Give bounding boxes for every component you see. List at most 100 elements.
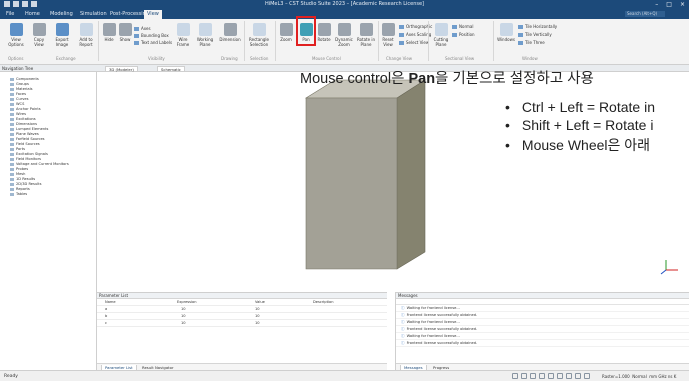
wire-frame-button[interactable]: Wire Frame <box>173 23 193 47</box>
view-icon[interactable] <box>575 373 581 379</box>
rectangle-selection-button[interactable]: Rectangle Selection <box>248 23 270 47</box>
dynamic-zoom-icon <box>337 23 351 36</box>
cutting-plane-icon[interactable] <box>557 373 563 379</box>
dynamic-zoom-button[interactable]: Dynamic Zoom <box>334 23 354 47</box>
axes-scaling-toggle[interactable]: Axes Scaling <box>399 32 431 37</box>
add-to-report-button[interactable]: Add to Report <box>76 23 96 47</box>
status-info: Raster=1.000 Normal mm GHz ns K <box>602 374 677 379</box>
hide-button[interactable]: Hide <box>102 23 116 42</box>
window-controls: – □ × <box>655 1 685 8</box>
group-drawing: Drawing <box>221 56 238 61</box>
tab-view[interactable]: View <box>144 10 162 19</box>
search-input[interactable]: Search (Alt+Q) <box>625 11 665 17</box>
normal-dropdown[interactable]: Normal <box>452 24 473 29</box>
tab-file[interactable]: File <box>6 11 14 17</box>
tree-item[interactable]: Probes <box>10 167 28 171</box>
tree-item[interactable]: Faces <box>10 92 26 96</box>
tree-item[interactable]: WCS <box>10 102 24 106</box>
messages-panel-tabs: Messages Progress <box>396 363 689 371</box>
select-view-dropdown[interactable]: Select View <box>399 40 429 45</box>
tree-item[interactable]: Lumped Elements <box>10 127 48 131</box>
maximize-icon[interactable]: □ <box>666 1 672 8</box>
tree-item[interactable]: Wires <box>10 112 26 116</box>
tile-horizontally-button[interactable]: Tile Horizontally <box>518 24 557 29</box>
axes-toggle[interactable]: Axes <box>134 26 151 31</box>
tree-item[interactable]: Components <box>10 77 39 81</box>
hide-icon <box>102 23 116 36</box>
parameter-table: Name Expression Value Description a 10 1… <box>97 299 387 327</box>
tree-item[interactable]: Groups <box>10 82 29 86</box>
group-visibility: Visibility <box>148 56 165 61</box>
tab-simulation[interactable]: Simulation <box>80 11 107 17</box>
table-row[interactable]: b 10 10 <box>97 313 387 320</box>
parameter-list-panel: Parameter List Name Expression Value Des… <box>97 292 387 371</box>
table-row[interactable]: c 10 10 <box>97 320 387 327</box>
bounding-box-toggle[interactable]: Bounding Box <box>134 33 169 38</box>
working-plane-button[interactable]: Working Plane <box>195 23 215 47</box>
reset-view-icon <box>381 23 395 36</box>
add-to-report-icon <box>79 23 93 36</box>
zoom-button[interactable]: Zoom <box>278 23 294 42</box>
tree-item[interactable]: Excitation Signals <box>10 152 48 156</box>
tree-item[interactable]: Farfield Sources <box>10 137 45 141</box>
tree-item[interactable]: Dimensions <box>10 122 37 126</box>
working-plane-icon <box>198 23 212 36</box>
rotate-in-plane-button[interactable]: Rotate in Plane <box>356 23 376 47</box>
text-labels-icon <box>134 41 139 45</box>
tree-item[interactable]: Reports <box>10 187 30 191</box>
pan-highlight-box <box>296 16 316 46</box>
grid-icon[interactable] <box>566 373 572 379</box>
cutting-plane-button[interactable]: Cutting Plane <box>431 23 451 47</box>
tree-item[interactable]: Voltage and Current Monitors <box>10 162 69 166</box>
status-text: Ready <box>4 374 18 379</box>
reset-view-button[interactable]: Reset View <box>380 23 396 47</box>
title-bar: HiMeL3 – CST Studio Suite 2023 – [Academ… <box>0 0 689 9</box>
tree-item[interactable]: Ports <box>10 147 25 151</box>
annotation-bullets: Ctrl + Left = Rotate in Shift + Left = R… <box>505 99 655 157</box>
select-icon[interactable] <box>512 373 518 379</box>
table-row[interactable]: a 10 10 <box>97 306 387 313</box>
tile-three-button[interactable]: Tile Three <box>518 40 545 45</box>
tree-item[interactable]: Curves <box>10 97 28 101</box>
view-options-button[interactable]: View Options <box>6 23 26 47</box>
navigation-tree[interactable]: Components Groups Materials Faces Curves… <box>0 72 97 370</box>
separator <box>244 21 245 61</box>
windows-button[interactable]: Windows <box>496 23 516 42</box>
settings-icon[interactable] <box>584 373 590 379</box>
dimension-button[interactable]: Dimension <box>219 23 241 42</box>
zoom-icon[interactable] <box>521 373 527 379</box>
tree-item[interactable]: Tables <box>10 192 27 196</box>
tab-modeling[interactable]: Modeling <box>50 11 73 17</box>
tile-vertically-icon <box>518 33 523 37</box>
group-mouse-control: Mouse Control <box>312 56 341 61</box>
show-button[interactable]: Show <box>118 23 132 42</box>
pan-icon[interactable] <box>539 373 545 379</box>
tile-vertically-button[interactable]: Tile Vertically <box>518 32 552 37</box>
tree-item[interactable]: 2D/3D Results <box>10 182 41 186</box>
windows-icon <box>499 23 513 36</box>
bullet-item: Shift + Left = Rotate i <box>505 117 655 133</box>
close-icon[interactable]: × <box>680 1 685 8</box>
tree-item[interactable]: Field Monitors <box>10 157 41 161</box>
position-slider[interactable]: Position <box>452 32 475 37</box>
rotate-button[interactable]: Rotate <box>316 23 332 42</box>
minimize-icon[interactable]: – <box>655 1 658 8</box>
separator <box>98 21 99 61</box>
export-image-button[interactable]: Export Image <box>52 23 72 47</box>
rotate-icon[interactable] <box>530 373 536 379</box>
tree-item[interactable]: Mesh <box>10 172 25 176</box>
copy-view-button[interactable]: Copy View <box>30 23 48 47</box>
text-labels-toggle[interactable]: Text and Labels <box>134 40 172 45</box>
ribbon: View Options Copy View Export Image Add … <box>0 19 689 65</box>
tree-item[interactable]: Excitations <box>10 117 36 121</box>
tree-item[interactable]: Plane Waves <box>10 132 39 136</box>
tree-item[interactable]: Field Sources <box>10 142 40 146</box>
fit-view-icon[interactable] <box>548 373 554 379</box>
rectangle-selection-icon <box>252 23 266 36</box>
tree-item[interactable]: Anchor Points <box>10 107 41 111</box>
tree-item[interactable]: Materials <box>10 87 32 91</box>
bullet-item: Ctrl + Left = Rotate in <box>505 99 655 115</box>
tab-home[interactable]: Home <box>25 11 40 17</box>
normal-icon <box>452 25 457 29</box>
tree-item[interactable]: 1D Results <box>10 177 35 181</box>
